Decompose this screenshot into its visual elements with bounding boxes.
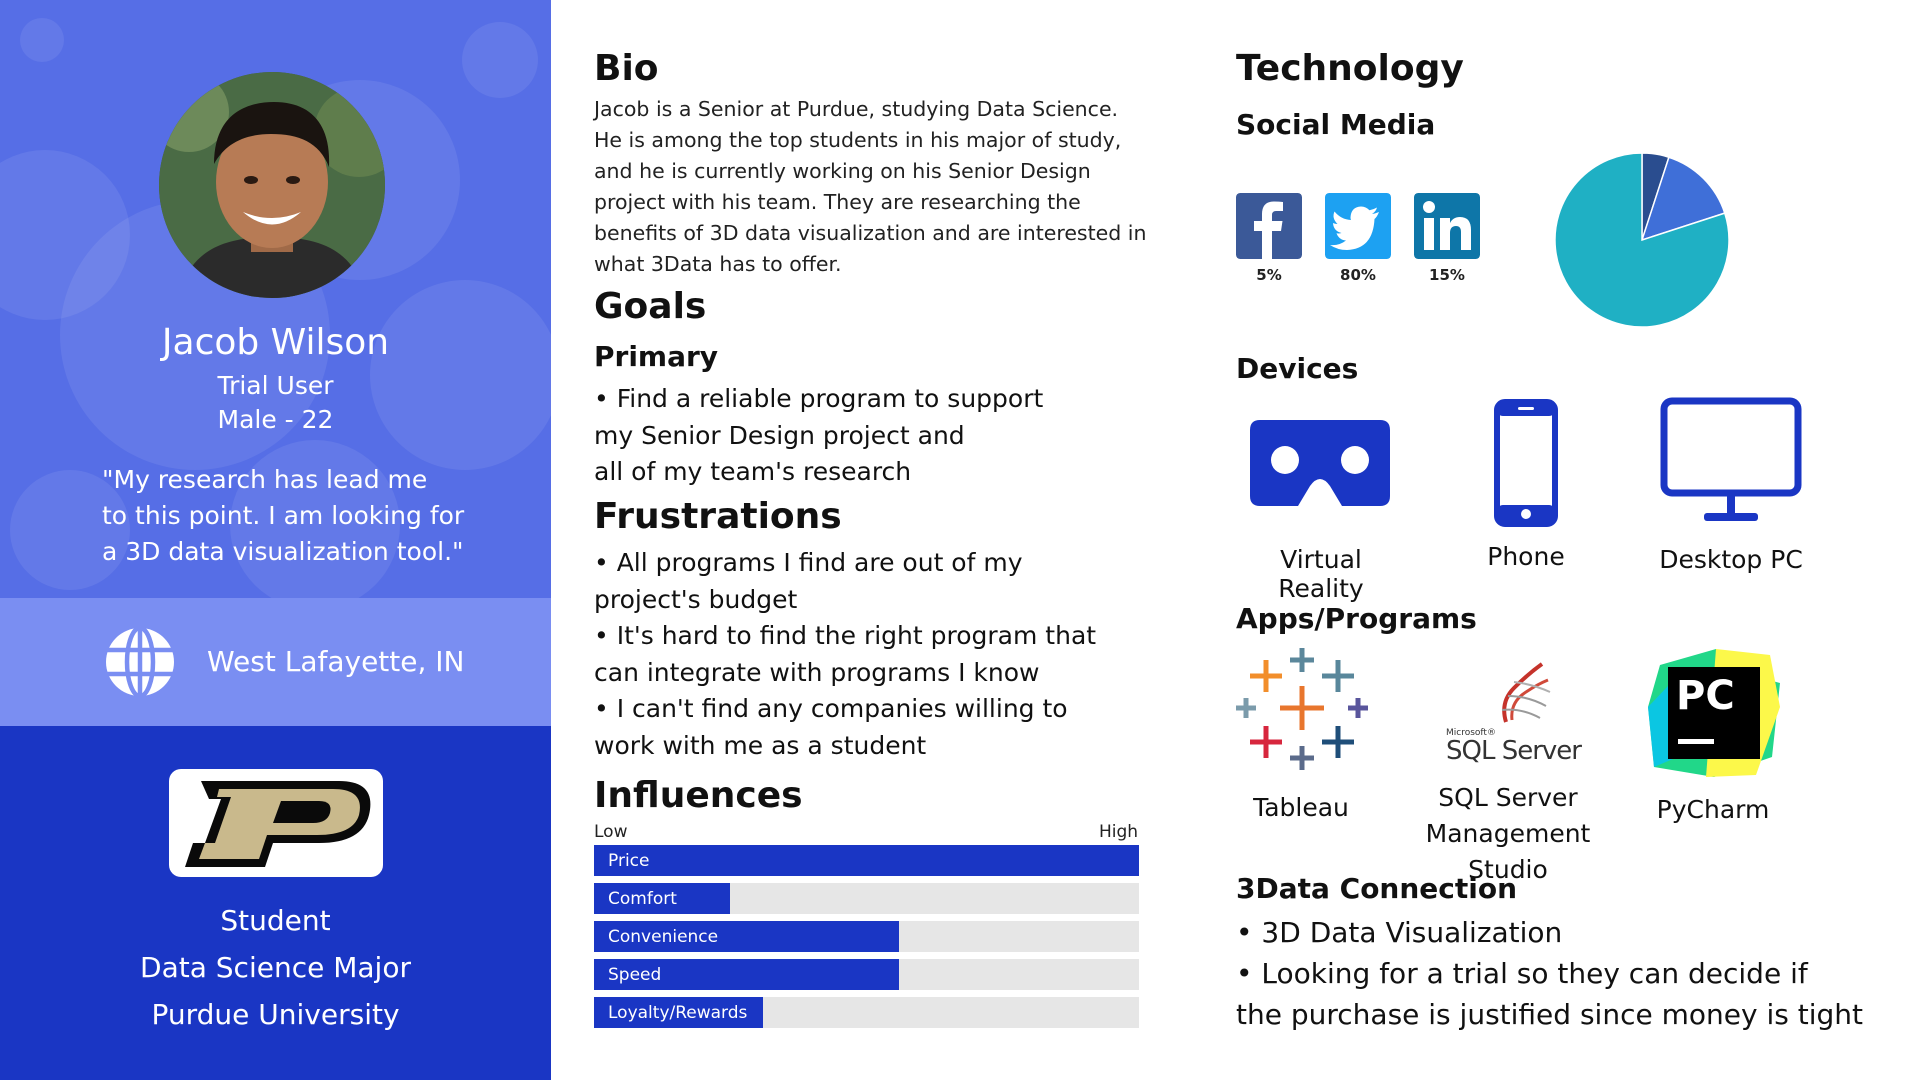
- device-label-phone: Phone: [1487, 542, 1565, 571]
- influence-label: Speed: [608, 965, 662, 985]
- influence-row: Comfort: [594, 883, 1139, 914]
- influence-row: Speed: [594, 959, 1139, 990]
- decor-bubble: [462, 22, 538, 98]
- bio-heading: Bio: [594, 48, 659, 89]
- influence-label: Loyalty/Rewards: [608, 1003, 748, 1023]
- purdue-p-icon: [185, 781, 371, 867]
- tableau-logo-icon: [1236, 648, 1368, 770]
- influence-row: Convenience: [594, 921, 1139, 952]
- pycharm-logo-text: PC: [1676, 673, 1735, 719]
- persona-role: Trial User: [217, 371, 334, 400]
- influence-label: Convenience: [608, 927, 719, 947]
- app-label-tableau: Tableau: [1253, 793, 1349, 822]
- persona-header-area: Jacob Wilson Trial User Male - 22 "My re…: [0, 0, 551, 598]
- education-area: Student Data Science Major Purdue Univer…: [0, 726, 551, 1080]
- linkedin-icon: [1414, 193, 1480, 259]
- education-line: Purdue University: [151, 998, 400, 1031]
- persona-quote: "My research has lead me to this point. …: [102, 465, 465, 566]
- app-label-pycharm: PyCharm: [1656, 795, 1770, 824]
- phone-icon: [1494, 399, 1558, 527]
- avatar: [159, 72, 385, 298]
- influence-row: Price: [594, 845, 1139, 876]
- influences-high-label: High: [1099, 822, 1139, 842]
- facebook-icon: [1236, 193, 1302, 259]
- location-bar: West Lafayette, IN: [0, 598, 551, 726]
- 3data-connection-heading: 3Data Connection: [1236, 872, 1518, 905]
- globe-icon: [106, 625, 174, 699]
- persona-demographics: Male - 22: [217, 405, 334, 434]
- sql-server-icon: [1501, 662, 1551, 723]
- bio-text: Jacob is a Senior at Purdue, studying Da…: [594, 97, 1147, 276]
- technology-heading: Technology: [1236, 48, 1464, 89]
- device-label-vr: Virtual Reality: [1278, 545, 1364, 603]
- social-media-heading: Social Media: [1236, 108, 1436, 141]
- social-media-pie-chart: [1554, 152, 1730, 328]
- education-line: Student: [220, 904, 331, 937]
- primary-goals-list: • Find a reliable program to support my …: [594, 384, 1044, 486]
- vr-headset-icon: [1250, 420, 1390, 506]
- device-label-desktop: Desktop PC: [1659, 545, 1803, 574]
- persona-name: Jacob Wilson: [161, 322, 390, 363]
- education-line: Data Science Major: [140, 951, 411, 984]
- primary-goals-heading: Primary: [594, 340, 719, 373]
- purdue-logo: [169, 769, 383, 877]
- frustrations-list: • All programs I find are out of my proj…: [594, 548, 1097, 760]
- twitter-icon: [1325, 193, 1391, 259]
- influences-low-label: Low: [594, 822, 628, 842]
- persona-panel: Jacob Wilson Trial User Male - 22 "My re…: [0, 0, 551, 1080]
- persona-location: West Lafayette, IN: [207, 645, 465, 678]
- devices-heading: Devices: [1236, 352, 1359, 385]
- influence-row: Loyalty/Rewards: [594, 997, 1139, 1028]
- frustrations-heading: Frustrations: [594, 496, 842, 537]
- sql-server-logo: Microsoft® SQL Server: [1440, 662, 1582, 766]
- influence-fill: [594, 845, 1139, 876]
- decor-bubble: [20, 18, 64, 62]
- pycharm-logo: PC: [1646, 647, 1782, 781]
- sql-logo-text: SQL Server: [1446, 736, 1582, 766]
- influence-label: Price: [608, 851, 650, 871]
- avatar-photo: [159, 72, 385, 298]
- desktop-pc-icon: [1660, 397, 1802, 521]
- 3data-connection-list: • 3D Data Visualization • Looking for a …: [1236, 916, 1863, 1031]
- influence-label: Comfort: [608, 889, 677, 909]
- twitter-percent: 80%: [1340, 266, 1376, 284]
- goals-heading: Goals: [594, 286, 707, 327]
- apps-heading: Apps/Programs: [1236, 602, 1477, 635]
- linkedin-percent: 15%: [1429, 266, 1465, 284]
- influences-heading: Influences: [594, 775, 803, 816]
- influences-bars: Price Comfort Convenience Speed Loyalty/…: [594, 845, 1139, 1035]
- facebook-percent: 5%: [1256, 266, 1282, 284]
